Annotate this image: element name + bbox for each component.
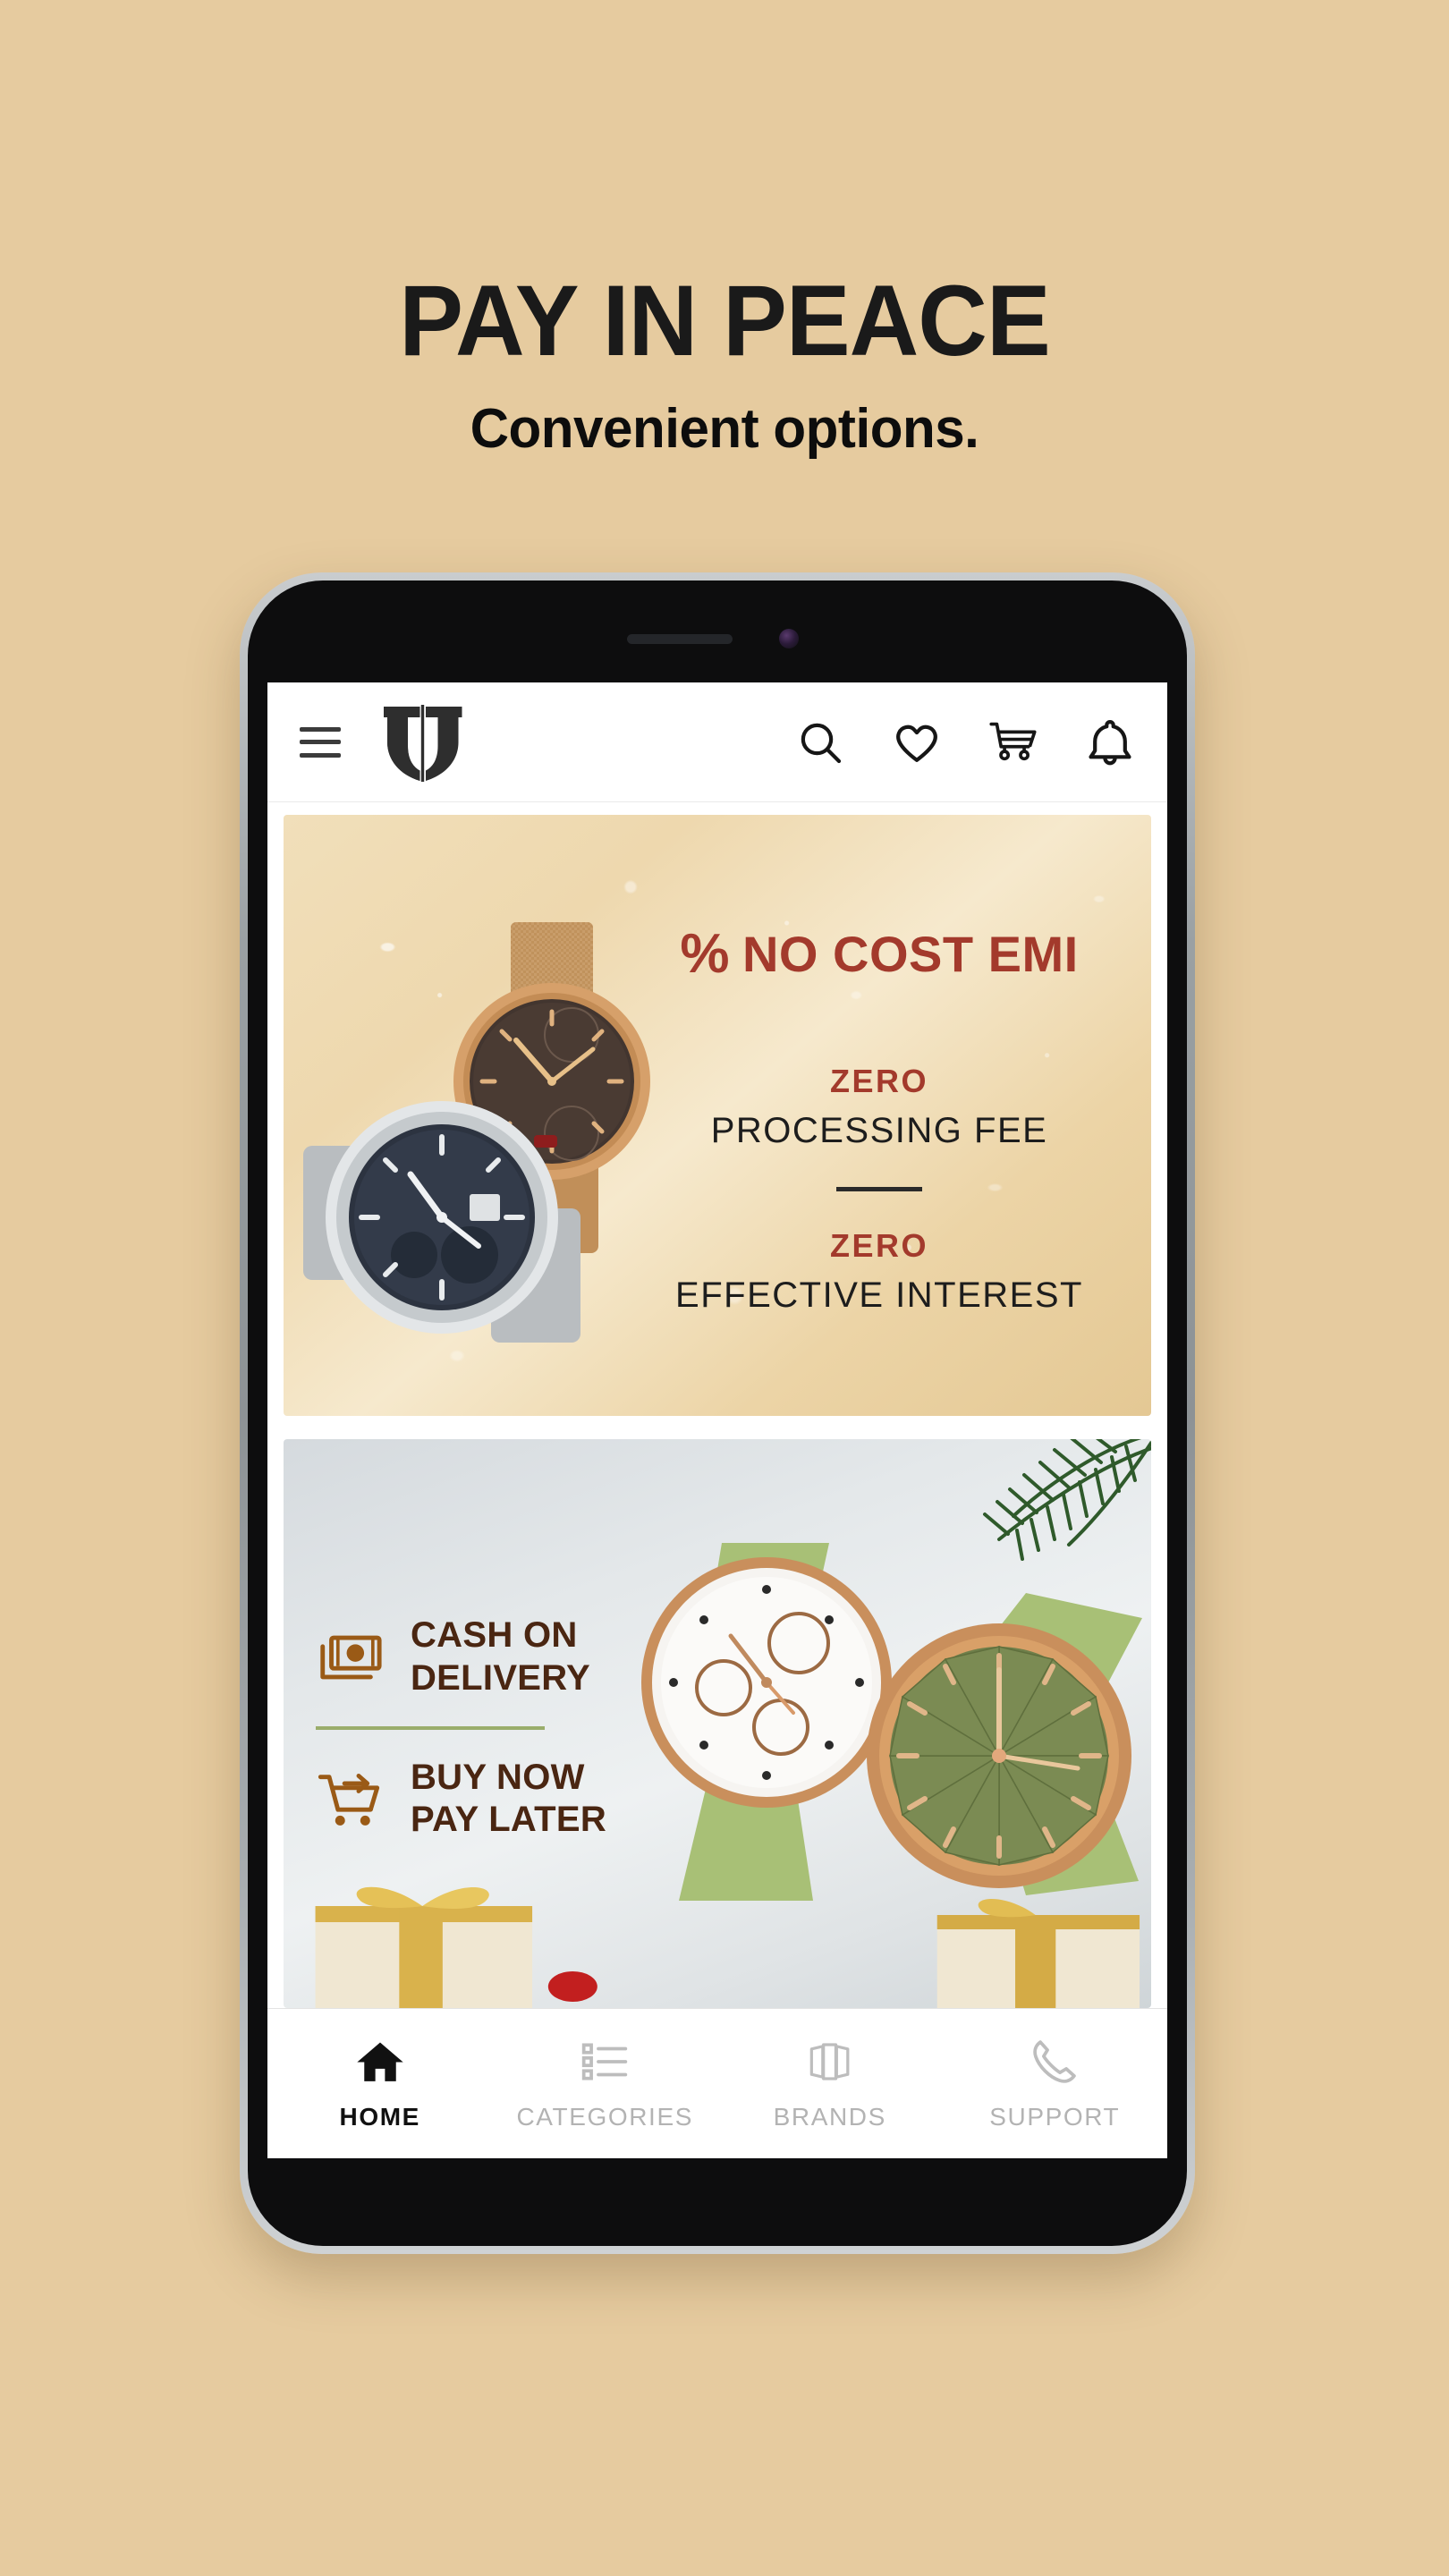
banner-carousel: % NO COST EMI ZERO PROCESSING FEE ZERO E…	[267, 802, 1167, 2008]
hamburger-menu-icon[interactable]	[300, 726, 341, 758]
nav-item-brands[interactable]: BRANDS	[717, 2037, 943, 2131]
nav-item-categories[interactable]: CATEGORIES	[493, 2037, 718, 2131]
cards-icon	[809, 2042, 850, 2080]
watch-product-image	[303, 922, 650, 1343]
banner-cod-bnpl[interactable]: CASH ON DELIVERY BUY NOW PAY LATER	[284, 1439, 1151, 2008]
bnpl-line-2: PAY LATER	[411, 1799, 607, 1839]
app-header	[267, 682, 1167, 802]
phone-icon	[1033, 2039, 1077, 2083]
header-icon-group	[795, 717, 1135, 767]
nav-item-home-label: HOME	[339, 2102, 420, 2131]
phone-notch	[267, 604, 1167, 682]
cart-arrow-icon	[318, 1773, 380, 1826]
payment-options-list: CASH ON DELIVERY BUY NOW PAY LATER	[314, 1614, 606, 1841]
nav-item-categories-label: CATEGORIES	[516, 2102, 693, 2131]
emi-divider	[836, 1187, 922, 1191]
bell-icon[interactable]	[1085, 717, 1135, 767]
emi-benefit-2: ZERO EFFECTIVE INTEREST	[629, 1227, 1130, 1316]
nav-item-support[interactable]: SUPPORT	[943, 2037, 1168, 2131]
phone-mockup: % NO COST EMI ZERO PROCESSING FEE ZERO E…	[240, 572, 1195, 2254]
emi-headline-text: NO COST EMI	[741, 926, 1079, 982]
promo-heading-block: PAY IN PEACE Convenient options.	[0, 268, 1449, 461]
page-subtitle: Convenient options.	[470, 397, 979, 460]
nav-item-home[interactable]: HOME	[267, 2037, 493, 2131]
titan-logo-icon[interactable]	[377, 701, 470, 784]
payment-option-cash-on-delivery-label: CASH ON DELIVERY	[411, 1614, 590, 1699]
nav-item-support-label: SUPPORT	[989, 2102, 1121, 2131]
emi-benefit-1: ZERO PROCESSING FEE	[629, 1063, 1130, 1151]
payment-option-buy-now-pay-later[interactable]: BUY NOW PAY LATER	[314, 1757, 606, 1841]
heart-icon[interactable]	[892, 717, 942, 767]
emi-benefit-2-detail: EFFECTIVE INTEREST	[675, 1275, 1083, 1315]
banner-no-cost-emi[interactable]: % NO COST EMI ZERO PROCESSING FEE ZERO E…	[284, 815, 1151, 1417]
emi-benefit-1-detail: PROCESSING FEE	[710, 1111, 1048, 1150]
phone-bezel: % NO COST EMI ZERO PROCESSING FEE ZERO E…	[248, 580, 1187, 2246]
bnpl-line-1: BUY NOW	[411, 1757, 585, 1797]
gift-boxes-image	[315, 1886, 1140, 2008]
page-title: PAY IN PEACE	[399, 265, 1050, 377]
app-screen: % NO COST EMI ZERO PROCESSING FEE ZERO E…	[267, 682, 1167, 2158]
emi-text-block: % NO COST EMI ZERO PROCESSING FEE ZERO E…	[629, 922, 1130, 1316]
earpiece-speaker	[627, 634, 733, 644]
promo-page: PAY IN PEACE Convenient options. % NO CO…	[0, 0, 1449, 2576]
cash-icon	[320, 1635, 382, 1679]
percent-icon: %	[680, 923, 730, 985]
nav-item-brands-label: BRANDS	[773, 2102, 886, 2131]
list-icon	[582, 2042, 628, 2080]
payment-options-divider	[316, 1725, 545, 1730]
cart-icon[interactable]	[988, 717, 1038, 767]
bottom-navigation: HOME CATEGORIES BRANDS SUPPORT	[267, 2008, 1167, 2158]
front-camera-icon	[779, 629, 799, 648]
emi-benefit-1-accent: ZERO	[829, 1063, 928, 1099]
payment-option-cash-on-delivery[interactable]: CASH ON DELIVERY	[314, 1614, 606, 1699]
cod-line-2: DELIVERY	[411, 1657, 590, 1698]
emi-benefit-2-accent: ZERO	[829, 1227, 928, 1264]
home-icon	[357, 2042, 403, 2081]
payment-option-buy-now-pay-later-label: BUY NOW PAY LATER	[411, 1757, 606, 1841]
search-icon[interactable]	[795, 717, 845, 767]
emi-headline: % NO COST EMI	[629, 922, 1130, 986]
cod-line-1: CASH ON	[411, 1615, 578, 1656]
